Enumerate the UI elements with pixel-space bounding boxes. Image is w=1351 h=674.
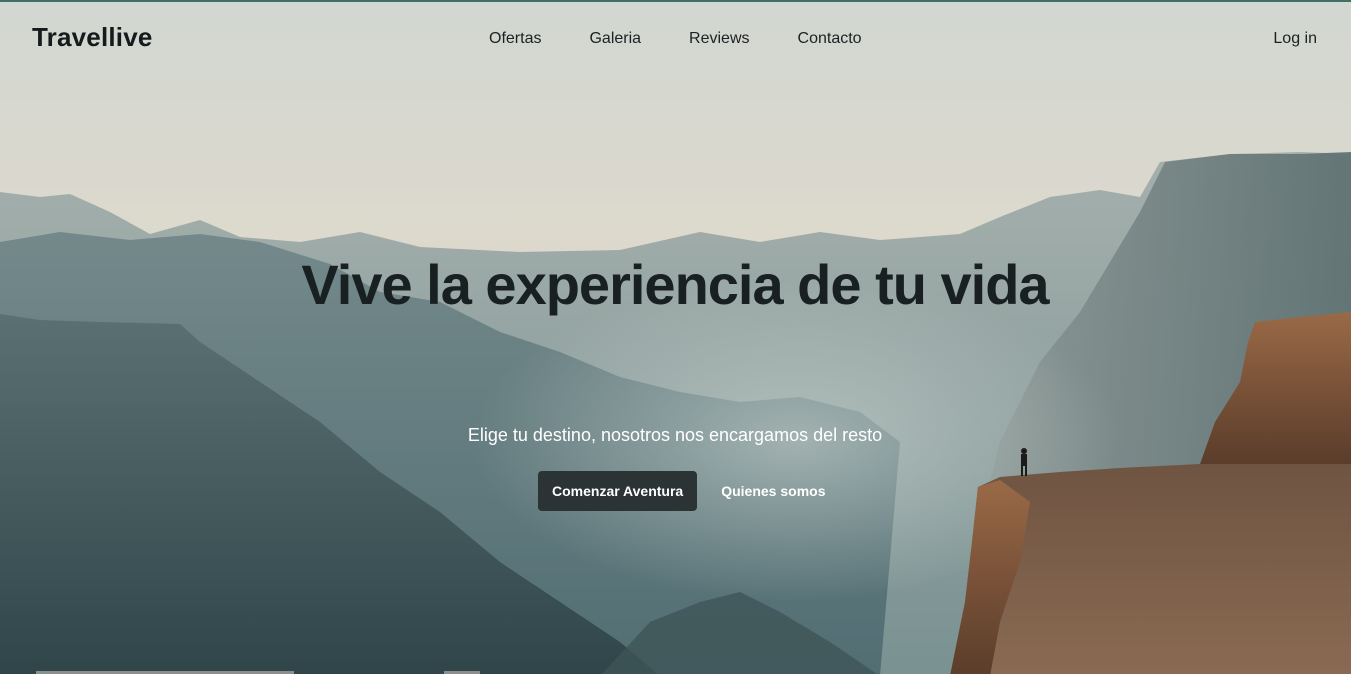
nav-link-galeria[interactable]: Galeria bbox=[589, 30, 641, 48]
brand-logo[interactable]: Travellive bbox=[32, 22, 153, 53]
top-navbar: Travellive Ofertas Galeria Reviews Conta… bbox=[0, 2, 1351, 76]
login-link[interactable]: Log in bbox=[1273, 30, 1317, 48]
nav-link-ofertas[interactable]: Ofertas bbox=[489, 30, 541, 48]
hero-cta-group: Comenzar Aventura Quienes somos bbox=[538, 471, 838, 511]
start-adventure-button[interactable]: Comenzar Aventura bbox=[538, 471, 698, 511]
hero-background-image bbox=[0, 2, 1351, 674]
landing-page: Travellive Ofertas Galeria Reviews Conta… bbox=[0, 0, 1351, 674]
main-nav: Ofertas Galeria Reviews Contacto bbox=[489, 30, 862, 48]
hero-title: Vive la experiencia de tu vida bbox=[301, 253, 1049, 316]
about-us-button[interactable]: Quienes somos bbox=[708, 471, 838, 511]
nav-link-reviews[interactable]: Reviews bbox=[689, 30, 749, 48]
hero-subtitle: Elige tu destino, nosotros nos encargamo… bbox=[467, 425, 883, 445]
nav-link-contacto[interactable]: Contacto bbox=[798, 30, 862, 48]
